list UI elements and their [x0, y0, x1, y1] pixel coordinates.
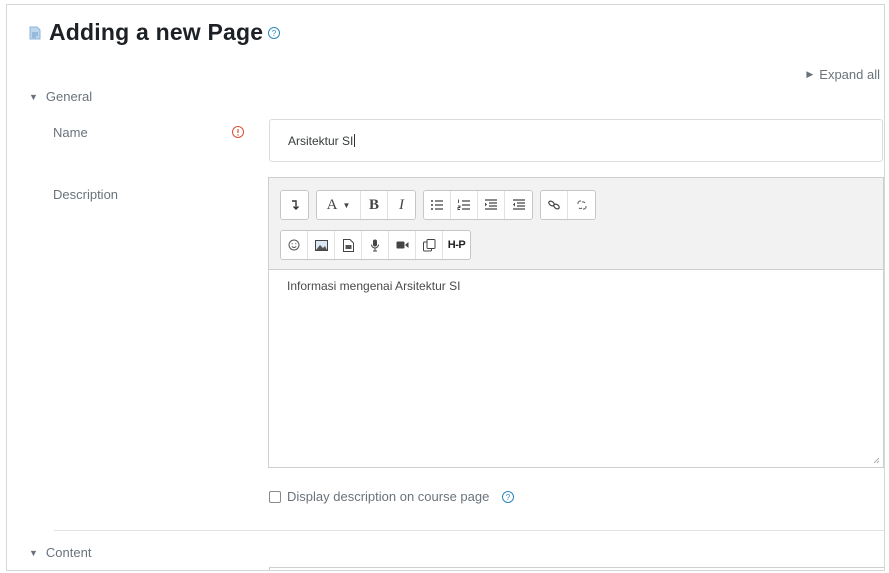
collapse-icon[interactable] [281, 191, 308, 219]
page-header: Adding a new Page ? [29, 19, 281, 46]
expand-all-label: Expand all [819, 67, 880, 82]
ordered-list-icon[interactable] [451, 191, 478, 219]
caret-right-icon: ▶ [806, 69, 814, 79]
toolbar-group-insert: H-P [280, 230, 471, 260]
question-circle-icon[interactable]: ? [501, 490, 515, 504]
caret-down-icon: ▼ [29, 547, 38, 558]
toolbar-group-collapse [280, 190, 309, 220]
toolbar-group-lists [423, 190, 533, 220]
svg-text:?: ? [506, 493, 511, 502]
toolbar-row-1: A ▼ B I [280, 190, 603, 220]
svg-text:?: ? [272, 29, 277, 38]
emoticon-icon[interactable] [281, 231, 308, 259]
indent-icon[interactable] [478, 191, 505, 219]
page-title: Adding a new Page [49, 19, 264, 45]
description-editor[interactable]: A ▼ B I H-P Informasi mengenai Arsitektu… [268, 177, 884, 468]
display-description-option: Display description on course page ? [269, 489, 515, 504]
h5p-icon[interactable]: H-P [443, 231, 470, 259]
record-video-icon[interactable] [389, 231, 416, 259]
question-circle-icon[interactable]: ? [267, 26, 281, 40]
editor-toolbar: A ▼ B I H-P [269, 178, 883, 270]
expand-all-link[interactable]: ▶ Expand all [806, 67, 880, 82]
dropdown-caret-icon: ▼ [342, 200, 351, 210]
display-description-label[interactable]: Display description on course page [287, 489, 489, 504]
media-icon[interactable] [335, 231, 362, 259]
exclamation-circle-icon [232, 126, 244, 138]
display-description-checkbox[interactable] [269, 490, 281, 503]
record-audio-icon[interactable] [362, 231, 389, 259]
image-icon[interactable] [308, 231, 335, 259]
font-style-icon[interactable]: A ▼ [317, 191, 361, 219]
description-text: Informasi mengenai Arsitektur SI [287, 279, 461, 293]
name-input[interactable]: Arsitektur SI [269, 119, 883, 162]
name-input-value: Arsitektur SI [288, 134, 354, 148]
section-general-toggle[interactable]: ▼ General [29, 89, 92, 104]
italic-icon[interactable]: I [388, 191, 415, 219]
form-frame: Adding a new Page ? ▶ Expand all ▼ Gener… [6, 4, 885, 571]
content-editor-partial[interactable] [269, 567, 884, 570]
name-label: Name [53, 125, 88, 140]
toolbar-group-links [540, 190, 596, 220]
page-icon [29, 26, 41, 39]
section-divider [54, 530, 884, 531]
resize-handle-icon[interactable] [873, 457, 880, 464]
manage-files-icon[interactable] [416, 231, 443, 259]
bold-icon[interactable]: B [361, 191, 388, 219]
link-icon[interactable] [541, 191, 568, 219]
section-general-label: General [45, 89, 93, 104]
toolbar-row-2: H-P [280, 230, 478, 260]
font-style-label: A [326, 196, 338, 213]
outdent-icon[interactable] [505, 191, 532, 219]
unlink-icon[interactable] [568, 191, 595, 219]
section-content-label: Content [45, 545, 92, 560]
section-content-toggle[interactable]: ▼ Content [29, 545, 91, 560]
caret-down-icon: ▼ [29, 91, 38, 102]
unordered-list-icon[interactable] [424, 191, 451, 219]
toolbar-group-style: A ▼ B I [316, 190, 416, 220]
text-cursor [354, 134, 356, 147]
editor-content-area[interactable]: Informasi mengenai Arsitektur SI [269, 270, 883, 467]
description-label: Description [53, 187, 119, 202]
